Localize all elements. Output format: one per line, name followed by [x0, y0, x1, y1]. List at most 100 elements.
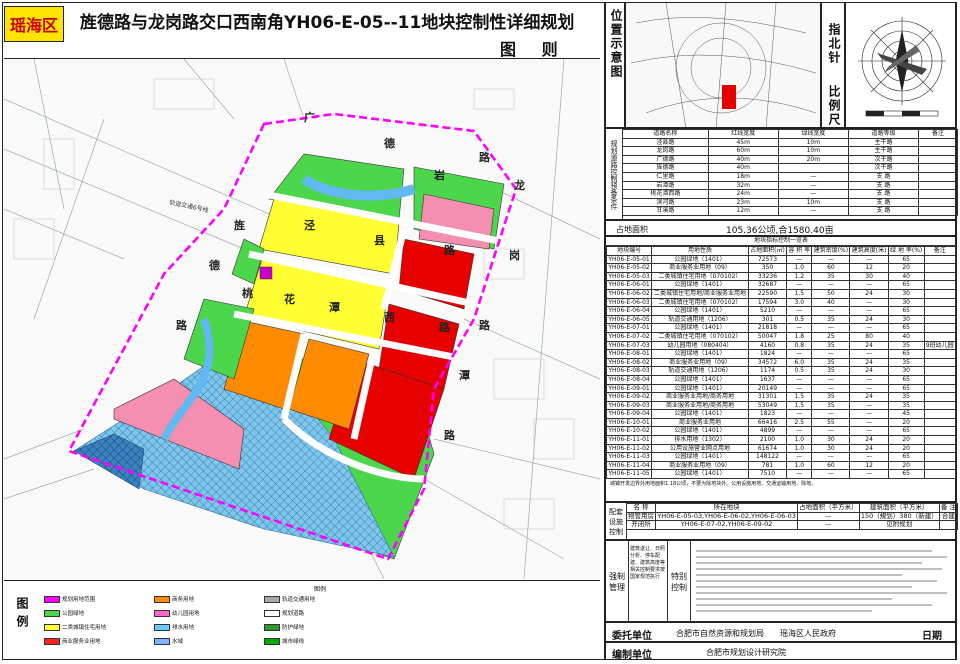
parcel-table-row: YH06-E-10-01 商业服务业用地 66416 2.5 55—20: [606, 417, 956, 428]
parcel-table-row: YH06-E-08-03 轨道交通用地（1206） 1174 0.5 35 24 30: [606, 366, 956, 376]
road-table-cell: 20m: [777, 154, 849, 165]
parcel-table-cell: YH06-E-05-02: [606, 263, 653, 273]
parcel-table-cell: 50: [811, 288, 851, 299]
parcel-table-cell: 1.5: [786, 400, 813, 411]
road-table: 道路名称 红线宽度 绿线宽度 道路等级 备注 泾县路 45m 10m 主干路 龙岗路 60m 10m…: [622, 129, 958, 216]
parcel-table-cell: 30: [811, 435, 851, 445]
parcel-table-cell: 20: [887, 435, 925, 445]
road-table-cell: 龙岗路: [622, 146, 709, 156]
parcel-table-cell: —: [849, 323, 889, 333]
legend-swatch: [154, 637, 170, 645]
parcel-table-cell: 1.0: [786, 460, 813, 471]
parcel-table-cell: 24: [849, 392, 889, 402]
parcel-table-cell: 二类城镇住宅用地（070102）: [651, 297, 749, 308]
parcel-table-cell: 50047: [747, 331, 788, 342]
parcel-table-row: YH06-E-07-02 二类城镇住宅用地（070102） 50047 1.8 25 80…: [606, 331, 956, 342]
parcel-table-cell: [923, 383, 956, 394]
parcel-table-cell: —: [849, 254, 889, 265]
facility-table-cell: 合建: [938, 511, 959, 522]
parcel-table-cell: —: [849, 349, 889, 359]
legend-swatch: [264, 637, 280, 645]
parcel-table-cell: 6.0: [786, 357, 813, 368]
road-table-cell: [918, 146, 958, 156]
road-label: 路: [479, 318, 491, 332]
parcel-table-row: YH06-E-06-02 二类城镇住宅用地/商业服务业用地 22590 1.5 50 24…: [606, 288, 956, 299]
compass-box: [845, 2, 957, 128]
parcel-table-cell: —: [811, 426, 851, 437]
parcel-table-cell: 35: [811, 366, 851, 376]
parcel-table-row: YH06-E-08-04 公园绿地（1401） 1637— — —65: [606, 374, 956, 385]
road-table-row: 岩潭路 32m — 支 路: [622, 180, 958, 191]
parcel-table-cell: 幼儿园用地（080404）: [651, 340, 749, 351]
legend-label: 水域: [172, 639, 184, 645]
parcel-table-row: YH06-E-11-01 排水用地（1302） 2100 1.0 30 24 20: [606, 435, 956, 445]
parcel-table-cell: —: [811, 254, 851, 265]
parcel-table-cell: —: [849, 417, 889, 428]
parcel-table-cell: [923, 331, 956, 342]
legend-label: 城市绿线: [282, 639, 305, 645]
parcel-table-cell: 40: [811, 297, 851, 308]
road-table-cell: 甘溪路: [622, 206, 709, 216]
parcel-table-cell: YH06-E-11-01: [606, 435, 653, 445]
parcel-table-cell: YH06-E-07-01: [606, 323, 653, 333]
parcel-table-cell: YH06-E-09-02: [606, 392, 653, 402]
parcel-table-cell: 24: [849, 443, 889, 454]
road-table-row: 滨河路 23m 10m 支 路: [622, 197, 958, 208]
road-table-cell: 支 路: [847, 197, 920, 208]
road-table-cell: 支 路: [847, 180, 920, 191]
area-value: 105.36公顷,合1580.40亩: [726, 226, 834, 236]
legend-label: 公园绿地: [62, 611, 85, 617]
legend-label: 商业服务业用地: [62, 639, 101, 645]
parcel-table-cell: 33236: [747, 271, 788, 282]
road-table-cell: [918, 206, 958, 216]
parcel-table-cell: 30: [849, 271, 889, 282]
parcel-table-cell: 7510: [747, 469, 788, 480]
parcel-table-cell: —: [811, 323, 851, 333]
parcel-table-cell: 公园绿地（1401）: [651, 254, 749, 265]
facility-table-cell: 开闭所: [625, 520, 657, 530]
parcel-table-cell: YH06-E-06-03: [606, 297, 653, 308]
parcel-table-cell: 65: [887, 426, 925, 437]
parcel-table-header-cell: 容 积 率: [786, 246, 813, 256]
road-table-box: 规划道路控制预备条件 道路名称 红线宽度 绿线宽度 道路等级 备注 泾县路 45m 10m 主…: [605, 128, 958, 221]
notes-right-label: 特别控制: [668, 541, 691, 623]
parcel-table-cell: 排水用地（1302）: [651, 435, 749, 445]
road-label: 潭: [459, 368, 470, 382]
parcel-table-cell: 35: [887, 392, 925, 402]
parcel-table-cell: [923, 435, 956, 445]
road-label: 德: [208, 258, 220, 272]
parcel-table-cell: 商业服务业用地（09）: [651, 460, 749, 471]
parcel-table-cell: 1.0: [786, 443, 813, 454]
parcel-table-cell: —: [786, 383, 813, 394]
maker-label: 编制单位: [612, 650, 652, 661]
parcel-table-cell: 1823: [747, 409, 788, 419]
parcel-table-row: YH06-E-10-02 公园绿地（1401） 4899— — —65: [606, 426, 956, 437]
road-table-header-cell: 红线宽度: [707, 129, 779, 139]
parcel-table-cell: 66416: [747, 417, 788, 428]
parcel-table-cell: [923, 452, 956, 462]
facility-table-box: 配套设施控制 名 称所在地块 占地面积（平方米） 建筑面积（平方米）备 注 物管用房…: [605, 502, 959, 541]
parcel-table-cell: 45: [887, 409, 925, 419]
road-table-cell: 旌德路: [622, 163, 709, 173]
parcel-table-cell: 公园绿地（1401）: [651, 374, 749, 385]
parcel-table-cell: [923, 443, 956, 454]
parcel-table-cell: 35: [887, 340, 925, 351]
parcel-table-cell: —: [849, 409, 889, 419]
road-label: 泾: [304, 219, 315, 232]
parcel-table-cell: YH06-E-08-04: [606, 374, 653, 385]
parcel-table-row: YH06-E-06-05 轨道交通用地（1206） 301 0.5 35 24 30: [606, 314, 956, 325]
parcel-table-cell: 65: [887, 452, 925, 462]
parcel-table-cell: —: [849, 306, 889, 316]
parcel-table-cell: [923, 469, 956, 480]
parcel-table-cell: 商业服务业用地/商务用地: [651, 392, 749, 402]
compass-rose: [858, 17, 946, 117]
parcel-table-cell: 65: [887, 306, 925, 316]
parcel-table-cell: 60: [811, 263, 851, 273]
road-table-row: 龙岗路 60m 10m 主干路: [622, 146, 958, 156]
road-table-cell: 泾县路: [622, 137, 709, 148]
parcel-table-cell: 22590: [747, 288, 788, 299]
parcel-table-cell: 2.5: [786, 417, 813, 428]
parcel-table-caption: 地块指标控制一览表: [606, 237, 956, 246]
parcel-table-cell: 35: [811, 271, 851, 282]
road-table-row: 仁里路 18m — 支 路: [622, 171, 958, 182]
